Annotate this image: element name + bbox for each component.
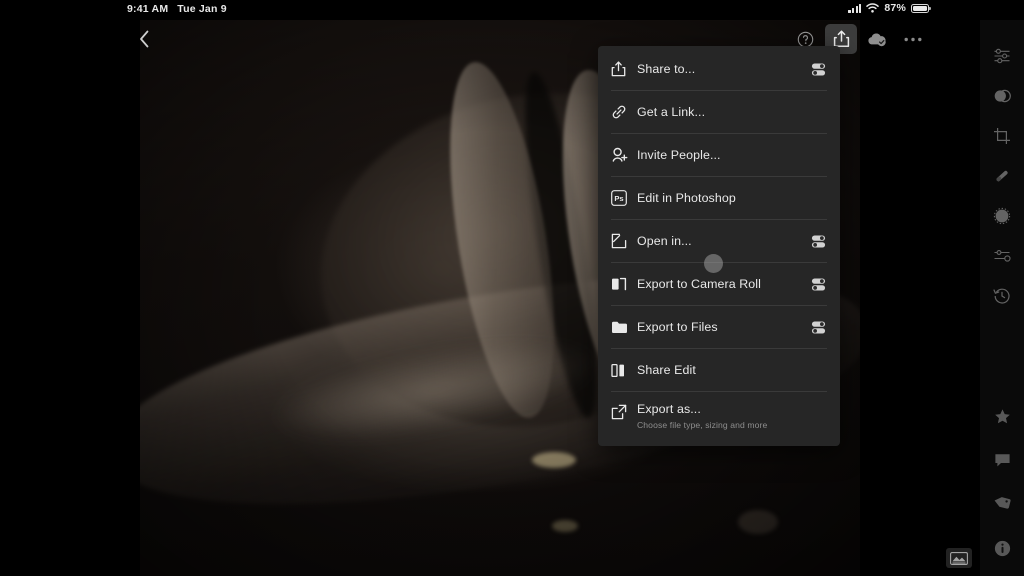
menu-item-label: Share Edit <box>637 362 696 377</box>
status-bar: 9:41 AM Tue Jan 9 87% <box>0 0 1024 20</box>
svg-text:Ps: Ps <box>614 194 623 203</box>
menu-separator <box>611 219 827 220</box>
menu-item-open-in[interactable]: Open in... <box>598 222 840 260</box>
status-bar-left: 9:41 AM Tue Jan 9 <box>127 3 227 15</box>
rating-tool[interactable] <box>985 402 1019 430</box>
menu-item-label: Edit in Photoshop <box>637 190 736 205</box>
menu-item-label: Export to Files <box>637 319 718 334</box>
optics-tool[interactable] <box>985 202 1019 230</box>
ellipsis-icon <box>904 37 922 42</box>
masking-circles-icon <box>993 88 1012 104</box>
menu-item-text: Export as... Choose file type, sizing an… <box>637 402 826 430</box>
menu-item-text: Export to Files <box>637 320 810 335</box>
masking-tool[interactable] <box>985 82 1019 110</box>
menu-item-text: Get a Link... <box>637 105 826 120</box>
person-add-icon <box>611 147 637 163</box>
open-in-icon <box>611 233 637 249</box>
photoshop-icon: Ps <box>611 190 637 206</box>
crop-tool[interactable] <box>985 122 1019 150</box>
comment-icon <box>994 452 1011 468</box>
menu-item-label: Get a Link... <box>637 104 706 119</box>
menu-item-text: Edit in Photoshop <box>637 191 826 206</box>
history-clock-icon <box>993 287 1011 305</box>
wifi-icon <box>866 3 880 13</box>
menu-item-label: Share to... <box>637 61 696 76</box>
healing-brush-icon <box>993 167 1011 185</box>
menu-item-text: Share Edit <box>637 363 826 378</box>
menu-item-label: Export as... <box>637 402 701 416</box>
menu-item-settings-icon[interactable] <box>810 320 826 335</box>
right-rail-bottom-tools <box>985 402 1019 562</box>
right-tool-rail <box>980 20 1024 576</box>
menu-item-text: Export to Camera Roll <box>637 277 810 292</box>
menu-separator <box>611 391 827 392</box>
more-options-button[interactable] <box>897 24 929 54</box>
export-as-icon <box>611 404 637 420</box>
crop-icon <box>993 127 1011 145</box>
menu-separator <box>611 176 827 177</box>
menu-item-text: Invite People... <box>637 148 826 163</box>
menu-item-text: Share to... <box>637 62 810 77</box>
versions-tool[interactable] <box>985 282 1019 310</box>
cloud-sync-button[interactable] <box>861 24 893 54</box>
menu-item-share-edit[interactable]: Share Edit <box>598 351 840 389</box>
battery-percent: 87% <box>884 2 906 14</box>
menu-item-edit-in-photoshop[interactable]: Ps Edit in Photoshop <box>598 179 840 217</box>
top-toolbar <box>0 20 1024 58</box>
menu-separator <box>611 90 827 91</box>
filmstrip-icon <box>950 551 968 565</box>
info-tool[interactable] <box>985 534 1019 562</box>
share-icon <box>611 61 637 77</box>
menu-item-export-to-files[interactable]: Export to Files <box>598 308 840 346</box>
presets-tool[interactable] <box>985 242 1019 270</box>
touch-indicator <box>704 254 723 273</box>
cellular-signal-icon <box>848 3 862 13</box>
cloud-check-icon <box>866 31 888 47</box>
menu-item-settings-icon[interactable] <box>810 234 826 249</box>
right-rail-top-tools <box>985 42 1019 310</box>
menu-separator <box>611 305 827 306</box>
info-circle-icon <box>994 540 1011 557</box>
menu-separator <box>611 133 827 134</box>
menu-item-subtitle: Choose file type, sizing and more <box>637 420 768 430</box>
folder-icon <box>611 320 637 334</box>
status-time: 9:41 AM <box>127 3 169 15</box>
comments-tool[interactable] <box>985 446 1019 474</box>
star-icon <box>994 408 1011 425</box>
menu-item-get-a-link[interactable]: Get a Link... <box>598 93 840 131</box>
menu-item-export-as[interactable]: Export as... Choose file type, sizing an… <box>598 394 840 440</box>
menu-item-label: Export to Camera Roll <box>637 276 761 291</box>
battery-icon <box>911 3 931 13</box>
lightroom-app-screen: 9:41 AM Tue Jan 9 87% Share to... Get a … <box>0 0 1024 576</box>
status-date: Tue Jan 9 <box>177 3 227 15</box>
tag-icon <box>993 496 1011 512</box>
filmstrip-toggle[interactable] <box>946 548 972 568</box>
question-circle-icon <box>797 31 814 48</box>
presets-icon <box>993 247 1011 265</box>
share-edit-icon <box>611 363 637 378</box>
menu-item-share-to[interactable]: Share to... <box>598 50 840 88</box>
menu-separator <box>611 348 827 349</box>
status-bar-right: 87% <box>848 2 931 14</box>
share-menu: Share to... Get a Link... Invite People.… <box>598 46 840 446</box>
menu-item-label: Invite People... <box>637 147 721 162</box>
camera-roll-icon <box>611 276 637 292</box>
menu-item-settings-icon[interactable] <box>810 62 826 77</box>
menu-item-invite-people[interactable]: Invite People... <box>598 136 840 174</box>
menu-item-text: Open in... <box>637 234 810 249</box>
menu-item-label: Open in... <box>637 233 692 248</box>
menu-item-settings-icon[interactable] <box>810 277 826 292</box>
lens-blur-icon <box>993 207 1011 225</box>
chevron-left-icon <box>139 30 150 48</box>
keywords-tool[interactable] <box>985 490 1019 518</box>
healing-brush-tool[interactable] <box>985 162 1019 190</box>
back-button[interactable] <box>128 20 160 58</box>
link-icon <box>611 104 637 120</box>
